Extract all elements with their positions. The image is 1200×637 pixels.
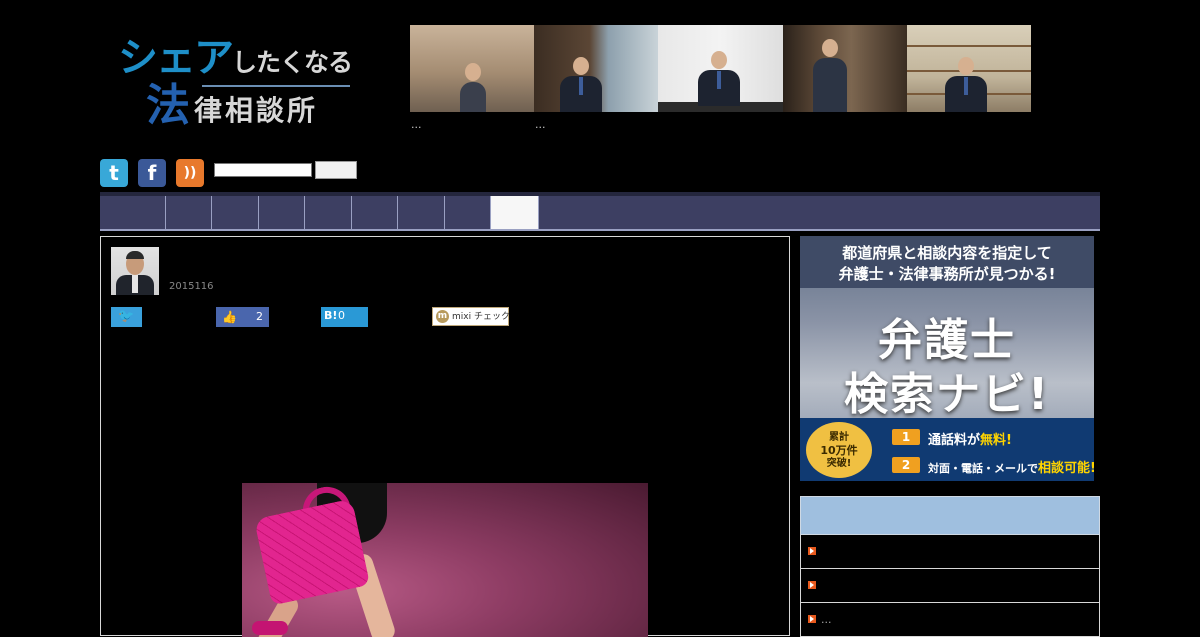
rss-glyph: )): [183, 165, 197, 181]
rss-icon[interactable]: )): [176, 159, 204, 187]
article-hero-image: [242, 483, 648, 637]
banner-title-2: 検索ナビ!: [843, 369, 1051, 420]
sidebar-list-item[interactable]: [800, 569, 1100, 603]
article-container: 2015116 🐦 👍 2 B! 0 m mixi チェック: [100, 236, 790, 637]
tweet-button[interactable]: 🐦: [111, 307, 142, 327]
hatena-count: 0: [338, 309, 345, 322]
header-photo-5[interactable]: [906, 25, 1031, 112]
seal-line-2: 10万件: [820, 444, 858, 457]
facebook-icon[interactable]: f: [138, 159, 166, 187]
photo-person: [812, 39, 847, 112]
nav-tab-1[interactable]: [100, 196, 166, 229]
arrow-bullet-icon: [808, 547, 816, 555]
author-avatar[interactable]: [111, 247, 159, 295]
seal-line-3: 突破!: [826, 458, 852, 469]
banner-point-1-text: 通話料が: [928, 433, 981, 448]
logo-line-1: シェアしたくなる: [118, 35, 353, 81]
sidebar-list-item[interactable]: [800, 535, 1100, 569]
seal-line-1: 累計: [829, 432, 849, 443]
banner-point-2: 対面・電話・メールで相談可能!: [928, 457, 1094, 476]
banner-point-2-emphasis: 相談可能!: [1038, 461, 1094, 476]
header-photo-3[interactable]: [658, 25, 783, 112]
pink-handbag: [253, 498, 371, 606]
arrow-bullet-icon: [808, 581, 816, 589]
banner-seal: 累計 10万件 突破!: [806, 422, 872, 478]
header-photo-1[interactable]: [410, 25, 535, 112]
header-photo-4[interactable]: [782, 25, 907, 112]
nav-tab-7[interactable]: [398, 196, 445, 229]
logo-hou-text: 法: [146, 80, 190, 131]
header-caption-1: ...: [411, 118, 422, 131]
search-button[interactable]: [315, 161, 357, 179]
twitter-glyph: t: [109, 161, 119, 185]
banner-headline-2: 弁護士・法律事務所が見つかる!: [838, 265, 1056, 283]
banner-num-2: 2: [892, 457, 920, 473]
nav-tab-4[interactable]: [259, 196, 305, 229]
mixi-icon: m: [436, 310, 449, 323]
mixi-check-button[interactable]: m mixi チェック: [432, 307, 510, 326]
photo-shelf: [906, 45, 1031, 47]
banner-point-1-emphasis: 無料!: [980, 433, 1012, 448]
search-input[interactable]: [214, 163, 312, 177]
facebook-glyph: f: [147, 161, 157, 185]
lawyer-search-navi-banner[interactable]: 都道府県と相談内容を指定して 弁護士・法律事務所が見つかる! 弁護士 検索ナビ!…: [800, 236, 1094, 481]
banner-headline-1: 都道府県と相談内容を指定して: [842, 244, 1052, 262]
nav-tab-8[interactable]: [445, 196, 491, 229]
header-photo-strip: [410, 25, 1031, 112]
like-count: 2: [256, 310, 263, 323]
logo-shitakunaru-text: したくなる: [232, 48, 353, 77]
nav-tab-5[interactable]: [305, 196, 352, 229]
hatena-icon: B!: [324, 309, 338, 322]
site-logo[interactable]: シェアしたくなる 法律相談所: [118, 38, 358, 134]
banner-num-1: 1: [892, 429, 920, 445]
logo-share-text: シェア: [118, 35, 234, 81]
hatena-bookmark-button[interactable]: B! 0: [321, 307, 368, 327]
facebook-like-button[interactable]: 👍 2: [216, 307, 269, 327]
photo-person: [944, 57, 987, 112]
post-date: 2015116: [169, 281, 214, 292]
sidebar-list-item-text: ...: [821, 613, 832, 626]
header-photo-2[interactable]: [534, 25, 659, 112]
tweet-bird-icon: 🐦: [118, 309, 135, 324]
global-nav: [100, 192, 1100, 231]
banner-point-2-text: 対面・電話・メールで: [928, 462, 1038, 475]
nav-tab-3[interactable]: [212, 196, 259, 229]
photo-person: [698, 51, 741, 106]
twitter-icon[interactable]: t: [100, 159, 128, 187]
arrow-bullet-icon: [808, 615, 816, 623]
header-caption-2: ...: [535, 118, 546, 131]
logo-ritsusoudansho-text: 律相談所: [194, 94, 319, 127]
photo-person: [460, 63, 486, 112]
mixi-check-label: mixi チェック: [452, 312, 510, 322]
banner-point-1: 通話料が無料!: [928, 429, 1012, 448]
photo-person: [560, 57, 603, 112]
thumbs-up-icon: 👍: [222, 310, 237, 324]
nav-tab-9-active[interactable]: [491, 196, 539, 229]
sidebar-section-header: [800, 496, 1100, 535]
logo-line-2: 法律相談所: [146, 84, 318, 128]
sidebar-list-item[interactable]: ...: [800, 603, 1100, 637]
nav-tab-6[interactable]: [352, 196, 398, 229]
nav-tab-2[interactable]: [166, 196, 212, 229]
